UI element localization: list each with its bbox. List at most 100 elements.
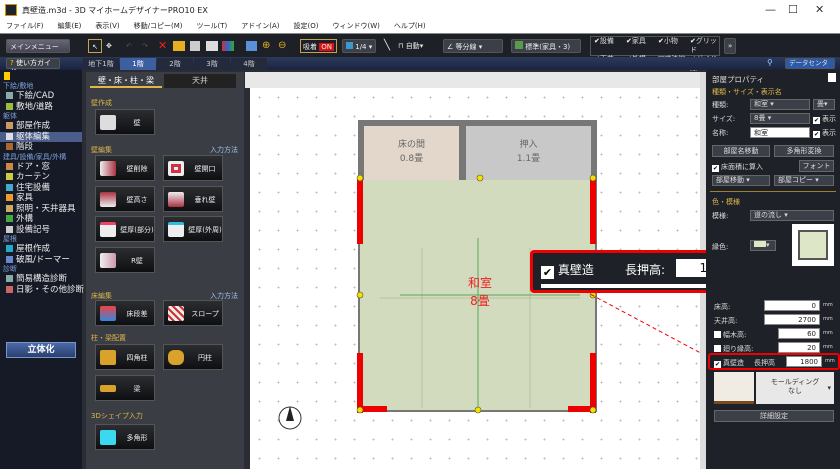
border-color-select[interactable]: ▾ [750, 240, 776, 251]
display-checkbox[interactable]: ✔設備 [594, 37, 626, 55]
save-icon[interactable] [190, 41, 200, 51]
close-button[interactable]: ✕ [815, 3, 824, 16]
guide-button[interactable]: ? 使い方ガイド [6, 58, 60, 76]
data-center-button[interactable]: データセンター [785, 58, 835, 76]
crown-molding-height-input[interactable]: 20 [778, 342, 820, 353]
tatami-pattern-preview[interactable] [792, 224, 834, 266]
tab-floor-4[interactable]: 4階 [231, 58, 267, 70]
measure-icon[interactable]: ╲ [384, 39, 390, 53]
r-wall-button[interactable]: R壁 [95, 247, 155, 273]
make-3d-button[interactable]: 立体化 [6, 342, 76, 358]
name-input[interactable]: 和室 [750, 127, 810, 138]
molding-select[interactable]: モールディング なし ▾ [756, 372, 834, 404]
room-move-select[interactable]: 部屋移動 ▾ [712, 175, 770, 186]
nav-item[interactable]: 簡易構造診断 [0, 274, 82, 285]
show-size-checkbox[interactable]: ✔ 表示 [813, 114, 836, 124]
floor-step-button[interactable]: 床段差 [95, 300, 155, 326]
show-name-checkbox[interactable]: ✔ 表示 [813, 128, 836, 138]
display-checkbox[interactable]: ✔小物 [658, 37, 690, 55]
collapse-icon[interactable] [0, 70, 82, 82]
tab-wall-floor[interactable]: 壁・床・柱・梁 [90, 74, 162, 88]
polygon-convert-button[interactable]: 多角形変換 [774, 145, 834, 157]
select-arrow-icon[interactable]: ↖ [88, 39, 102, 53]
square-column-button[interactable]: 四角柱 [95, 344, 155, 370]
tab-floor-2[interactable]: 2階 [157, 58, 193, 70]
add-floor-area-checkbox[interactable]: ✔ 床面積に算入 [712, 162, 763, 172]
nav-item[interactable]: 破風/ドーマー [0, 255, 82, 266]
zoom-in-icon[interactable]: ⊕ [262, 39, 270, 53]
nav-item-selected[interactable]: 躯体編集 [0, 131, 82, 142]
baseboard-checkbox[interactable]: 幅木高: [714, 330, 746, 340]
wall-thickness-outer-button[interactable]: 壁厚(外周) [163, 216, 223, 242]
type-select[interactable]: 和室 ▾ [750, 99, 810, 110]
round-column-button[interactable]: 円柱 [163, 344, 223, 370]
nav-item[interactable]: 敷地/道路 [0, 102, 82, 113]
standard-dropdown[interactable]: 標準(家具・3) [511, 39, 581, 53]
maximize-button[interactable]: ☐ [788, 3, 798, 16]
wall-thickness-part-button[interactable]: 壁厚(部分) [95, 216, 155, 242]
nav-item[interactable]: 日影・その他診断 [0, 285, 84, 296]
menu-view[interactable]: 表示(V) [95, 22, 119, 30]
rotate-icon[interactable]: ✥ [106, 39, 112, 53]
display-checkbox[interactable]: ✔グリッド [690, 37, 722, 55]
floor-height-input[interactable]: 0 [764, 300, 820, 311]
fit-view-icon[interactable] [246, 41, 257, 51]
search-icon[interactable]: ⚲ [767, 58, 773, 67]
undo-icon[interactable]: ↶ [126, 39, 132, 53]
ceiling-height-input[interactable]: 2700 [764, 314, 820, 325]
polygon-button[interactable]: 多角形 [95, 424, 155, 450]
open-folder-icon[interactable] [173, 41, 185, 51]
tab-floor-1[interactable]: 1階 [120, 58, 156, 70]
main-menu-button[interactable]: メインメニュー [6, 39, 70, 53]
font-button[interactable]: フォント [799, 160, 834, 172]
divide-line-dropdown[interactable]: ∠ 等分線 ▾ [443, 39, 503, 53]
wall-opening-button[interactable]: 壁開口 [163, 155, 223, 181]
tab-basement[interactable]: 地下1階 [83, 58, 119, 70]
nav-item[interactable]: 部屋作成 [0, 121, 82, 132]
shinkabe-checkbox[interactable]: ✔ 真壁造 [714, 358, 744, 368]
nav-item[interactable]: 下絵/CAD [0, 91, 82, 102]
pattern-select[interactable]: 道の流し ▾ [750, 210, 834, 221]
molding-preview[interactable] [714, 372, 754, 404]
callout-shinkabe-checkbox[interactable]: ✔ 真壁造 [541, 261, 594, 279]
zoom-out-icon[interactable]: ⊖ [278, 39, 286, 53]
print-icon[interactable] [206, 41, 218, 51]
menu-move[interactable]: 移動/コピー(M) [134, 22, 183, 30]
nageshi-height-input[interactable]: 1800 [786, 356, 822, 367]
rename-move-button[interactable]: 部屋名移動 [712, 145, 770, 157]
tatami-select[interactable]: 畳▾ [813, 99, 835, 110]
nav-item[interactable]: カーテン [0, 172, 82, 183]
delete-icon[interactable]: ✕ [158, 39, 167, 53]
slope-button[interactable]: スロープ [163, 300, 223, 326]
detail-settings-button[interactable]: 詳細設定 [714, 410, 834, 422]
menu-settings[interactable]: 設定(O) [294, 22, 319, 30]
size-select[interactable]: 8畳 ▾ [750, 113, 810, 124]
nav-item[interactable]: 照明・天井器具 [0, 204, 82, 215]
wall-button[interactable]: 壁 [95, 109, 155, 135]
nav-item[interactable]: 外構 [0, 214, 82, 225]
snap-toggle[interactable]: 吸着 ON [300, 39, 337, 53]
input-method-link[interactable]: 入力方法 [210, 145, 238, 155]
nav-item[interactable]: 設備記号 [0, 225, 82, 236]
tab-floor-3[interactable]: 3階 [194, 58, 230, 70]
nav-item[interactable]: 階段 [0, 142, 82, 153]
wall-delete-button[interactable]: 壁削除 [95, 155, 155, 181]
menu-file[interactable]: ファイル(F) [6, 22, 44, 30]
render-icon[interactable] [222, 41, 234, 51]
display-checkbox[interactable]: ✔家具 [626, 37, 658, 55]
menu-tools[interactable]: ツール(T) [197, 22, 228, 30]
redo-icon[interactable]: ↷ [142, 39, 148, 53]
minimize-button[interactable]: — [765, 3, 776, 16]
grid-scale-dropdown[interactable]: 1/4 ▾ [342, 39, 377, 53]
panel-toggle-icon[interactable] [828, 73, 836, 82]
auto-dropdown[interactable]: ⊓ 自動▾ [398, 39, 423, 53]
nav-item[interactable]: 住宅設備 [0, 183, 82, 194]
menu-window[interactable]: ウィンドウ(W) [333, 22, 380, 30]
nav-item[interactable]: 屋根作成 [0, 244, 82, 255]
beam-button[interactable]: 梁 [95, 375, 155, 401]
tab-ceiling[interactable]: 天井 [164, 74, 236, 88]
wall-height-button[interactable]: 壁高さ [95, 186, 155, 212]
baseboard-height-input[interactable]: 60 [778, 328, 820, 339]
nav-item[interactable]: ドア・窓 [0, 162, 82, 173]
room-copy-select[interactable]: 部屋コピー ▾ [774, 175, 834, 186]
